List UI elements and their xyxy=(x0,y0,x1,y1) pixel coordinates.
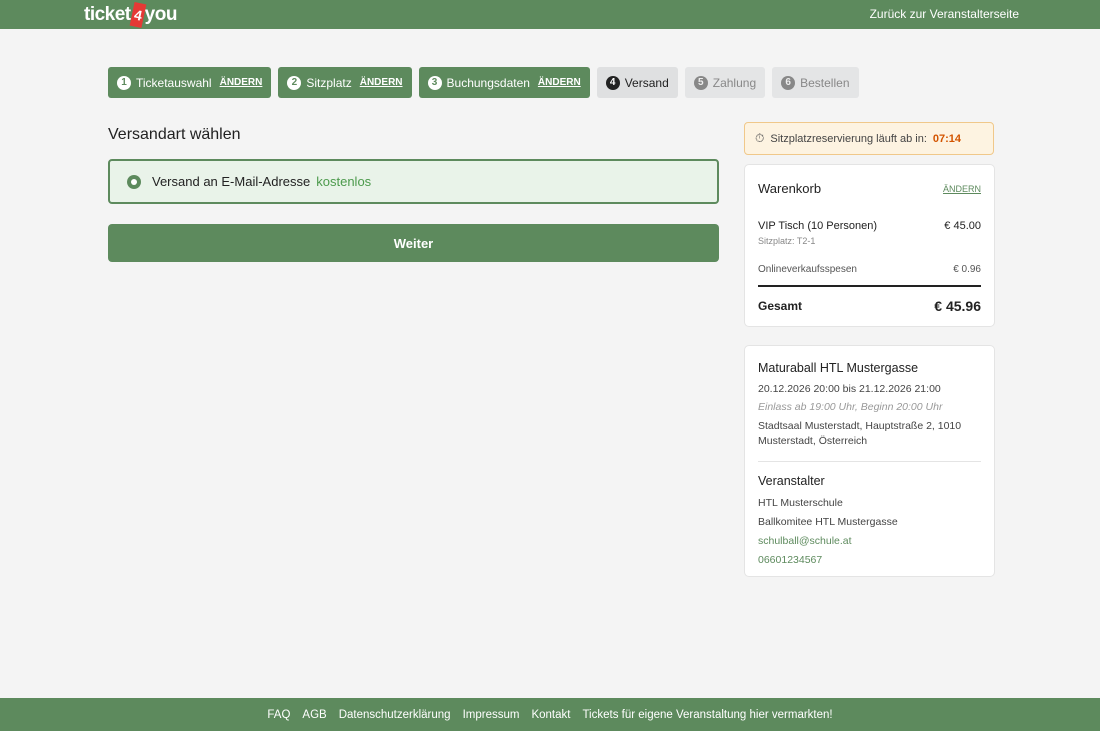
step-versand: 4 Versand xyxy=(596,67,678,98)
cart-card: Warenkorb ÄNDERN VIP Tisch (10 Personen)… xyxy=(744,164,995,327)
event-info-card: Maturaball HTL Mustergasse 20.12.2026 20… xyxy=(744,345,995,577)
event-venue: Stadtsaal Musterstadt, Hauptstraße 2, 10… xyxy=(758,420,962,447)
timer-label: Sitzplatzreservierung läuft ab in: xyxy=(770,132,927,145)
footer: FAQ AGB Datenschutzerklärung Impressum K… xyxy=(0,698,1100,731)
organizer-title: Veranstalter xyxy=(758,474,825,488)
cart-total-row: Gesamt € 45.96 xyxy=(758,298,981,314)
step-number: 2 xyxy=(287,75,302,90)
shipping-option-label: Versand an E-Mail-Adresse xyxy=(152,174,311,189)
step-label: Zahlung xyxy=(712,75,757,90)
cart-divider xyxy=(758,285,981,287)
back-to-organizer-link[interactable]: Zurück zur Veranstalterseite xyxy=(870,7,1019,21)
total-price: € 45.96 xyxy=(934,298,981,314)
logo-four-icon: 4 xyxy=(129,2,147,28)
timer-value: 07:14 xyxy=(932,132,962,145)
step-edit-link[interactable]: ÄNDERN xyxy=(220,77,263,88)
cart-item-seat: Sitzplatz: T2-1 xyxy=(758,236,816,246)
event-divider xyxy=(758,461,981,462)
shipping-option-price: kostenlos xyxy=(316,174,372,189)
step-label: Versand xyxy=(624,75,669,90)
footer-link-sell-tickets[interactable]: Tickets für eigene Veranstaltung hier ve… xyxy=(582,709,832,721)
radio-selected-icon[interactable] xyxy=(127,174,141,189)
logo[interactable]: ticket 4you xyxy=(84,2,177,28)
top-bar: ticket 4you Zurück zur Veranstalterseite xyxy=(0,0,1100,29)
step-label: Ticketauswahl xyxy=(136,75,212,90)
step-buchungsdaten[interactable]: 3 Buchungsdaten ÄNDERN xyxy=(418,67,590,98)
event-title: Maturaball HTL Mustergasse xyxy=(758,361,919,375)
step-number: 5 xyxy=(693,75,708,90)
organizer-committee: Ballkomitee HTL Mustergasse xyxy=(758,516,898,528)
shipping-option-email[interactable]: Versand an E-Mail-Adresse kostenlos xyxy=(108,159,719,204)
cart-fee-row: Onlineverkaufsspesen € 0.96 xyxy=(758,264,981,275)
step-bestellen: 6 Bestellen xyxy=(772,67,859,98)
organizer-name: HTL Musterschule xyxy=(758,497,843,509)
cart-item-price: € 45.00 xyxy=(944,220,981,232)
step-sitzplatz[interactable]: 2 Sitzplatz ÄNDERN xyxy=(278,67,412,98)
step-zahlung: 5 Zahlung xyxy=(684,67,766,98)
event-entry-time: Einlass ab 19:00 Uhr, Beginn 20:00 Uhr xyxy=(758,401,943,413)
step-label: Buchungsdaten xyxy=(446,75,530,90)
cart-edit-link[interactable]: ÄNDERN xyxy=(943,184,981,194)
organizer-email-link[interactable]: schulball@schule.at xyxy=(758,535,981,547)
total-label: Gesamt xyxy=(758,299,803,313)
step-label: Bestellen xyxy=(800,75,850,90)
cart-item-row: VIP Tisch (10 Personen) € 45.00 xyxy=(758,220,981,232)
step-number: 4 xyxy=(605,75,620,90)
step-label: Sitzplatz xyxy=(306,75,352,90)
footer-link-contact[interactable]: Kontakt xyxy=(531,709,570,721)
step-ticketauswahl[interactable]: 1 Ticketauswahl ÄNDERN xyxy=(108,67,272,98)
step-edit-link[interactable]: ÄNDERN xyxy=(538,77,581,88)
continue-button[interactable]: Weiter xyxy=(108,224,719,262)
event-date: 20.12.2026 20:00 bis 21.12.2026 21:00 xyxy=(758,383,941,395)
step-number: 3 xyxy=(427,75,442,90)
stopwatch-icon: ⏱ xyxy=(755,131,765,145)
step-edit-link[interactable]: ÄNDERN xyxy=(360,77,403,88)
page-title: Versandart wählen xyxy=(108,126,241,143)
checkout-steps: 1 Ticketauswahl ÄNDERN 2 Sitzplatz ÄNDER… xyxy=(108,67,859,98)
step-number: 1 xyxy=(117,75,131,90)
cart-title: Warenkorb xyxy=(758,181,822,196)
reservation-timer: ⏱ Sitzplatzreservierung läuft ab in: 07:… xyxy=(744,122,994,155)
fee-price: € 0.96 xyxy=(953,264,981,275)
step-number: 6 xyxy=(781,75,796,90)
footer-link-imprint[interactable]: Impressum xyxy=(463,709,520,721)
fee-label: Onlineverkaufsspesen xyxy=(758,264,857,275)
footer-link-privacy[interactable]: Datenschutzerklärung xyxy=(339,709,451,721)
footer-link-faq[interactable]: FAQ xyxy=(267,709,290,721)
organizer-phone-link[interactable]: 06601234567 xyxy=(758,554,981,566)
cart-item-name: VIP Tisch (10 Personen) xyxy=(758,220,878,232)
footer-link-agb[interactable]: AGB xyxy=(302,709,326,721)
